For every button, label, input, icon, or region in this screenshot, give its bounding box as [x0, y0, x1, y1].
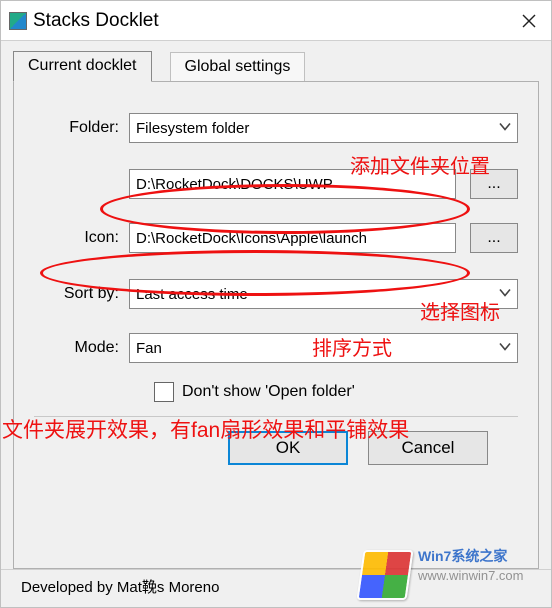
checkbox-dont-show-open-folder[interactable]: [154, 382, 174, 402]
tab-global-settings[interactable]: Global settings: [170, 52, 306, 83]
input-icon-path[interactable]: D:\RocketDock\Icons\Apple\launch: [129, 223, 456, 253]
cancel-button[interactable]: Cancel: [368, 431, 488, 465]
combo-mode[interactable]: Fan: [129, 333, 518, 363]
footer: Developed by Mat鞔s Moreno: [1, 569, 551, 607]
titlebar: Stacks Docklet: [1, 1, 551, 41]
label-icon: Icon:: [34, 229, 129, 247]
separator: [34, 416, 518, 417]
chevron-down-icon: [499, 120, 511, 137]
combo-sortby-value: Last access time: [136, 286, 248, 303]
label-mode: Mode:: [34, 339, 129, 357]
settings-panel: Folder: Filesystem folder D:\RocketDock\…: [13, 81, 539, 569]
input-folder-path[interactable]: D:\RocketDock\DOCKS\UWP: [129, 169, 456, 199]
row-folder-type: Folder: Filesystem folder: [34, 112, 518, 144]
browse-icon-button[interactable]: ...: [470, 223, 518, 253]
checkbox-label: Don't show 'Open folder': [182, 383, 355, 401]
combo-mode-value: Fan: [136, 340, 162, 357]
row-dont-show-open-folder: Don't show 'Open folder': [154, 382, 518, 402]
browse-folder-button[interactable]: ...: [470, 169, 518, 199]
input-folder-path-value: D:\RocketDock\DOCKS\UWP: [136, 176, 333, 193]
window-title: Stacks Docklet: [33, 10, 507, 32]
dialog-buttons: OK Cancel: [34, 431, 518, 465]
developed-by-text: Developed by Mat鞔s Moreno: [21, 579, 219, 596]
row-mode: Mode: Fan: [34, 332, 518, 364]
ok-button[interactable]: OK: [228, 431, 348, 465]
input-icon-path-value: D:\RocketDock\Icons\Apple\launch: [136, 230, 367, 247]
tabstrip: Current docklet Global settings: [1, 47, 551, 81]
chevron-down-icon: [499, 286, 511, 303]
chevron-down-icon: [499, 340, 511, 357]
close-button[interactable]: [507, 1, 551, 40]
label-sortby: Sort by:: [34, 285, 129, 303]
window-root: Stacks Docklet Current docklet Global se…: [0, 0, 552, 608]
label-folder: Folder:: [34, 119, 129, 137]
combo-folder-type[interactable]: Filesystem folder: [129, 113, 518, 143]
row-sortby: Sort by: Last access time: [34, 278, 518, 310]
close-icon: [522, 14, 536, 28]
combo-sortby[interactable]: Last access time: [129, 279, 518, 309]
row-folder-path: D:\RocketDock\DOCKS\UWP ...: [34, 168, 518, 200]
combo-folder-type-value: Filesystem folder: [136, 120, 249, 137]
row-icon: Icon: D:\RocketDock\Icons\Apple\launch .…: [34, 222, 518, 254]
app-icon: [9, 12, 27, 30]
tab-current-docklet[interactable]: Current docklet: [13, 51, 152, 82]
